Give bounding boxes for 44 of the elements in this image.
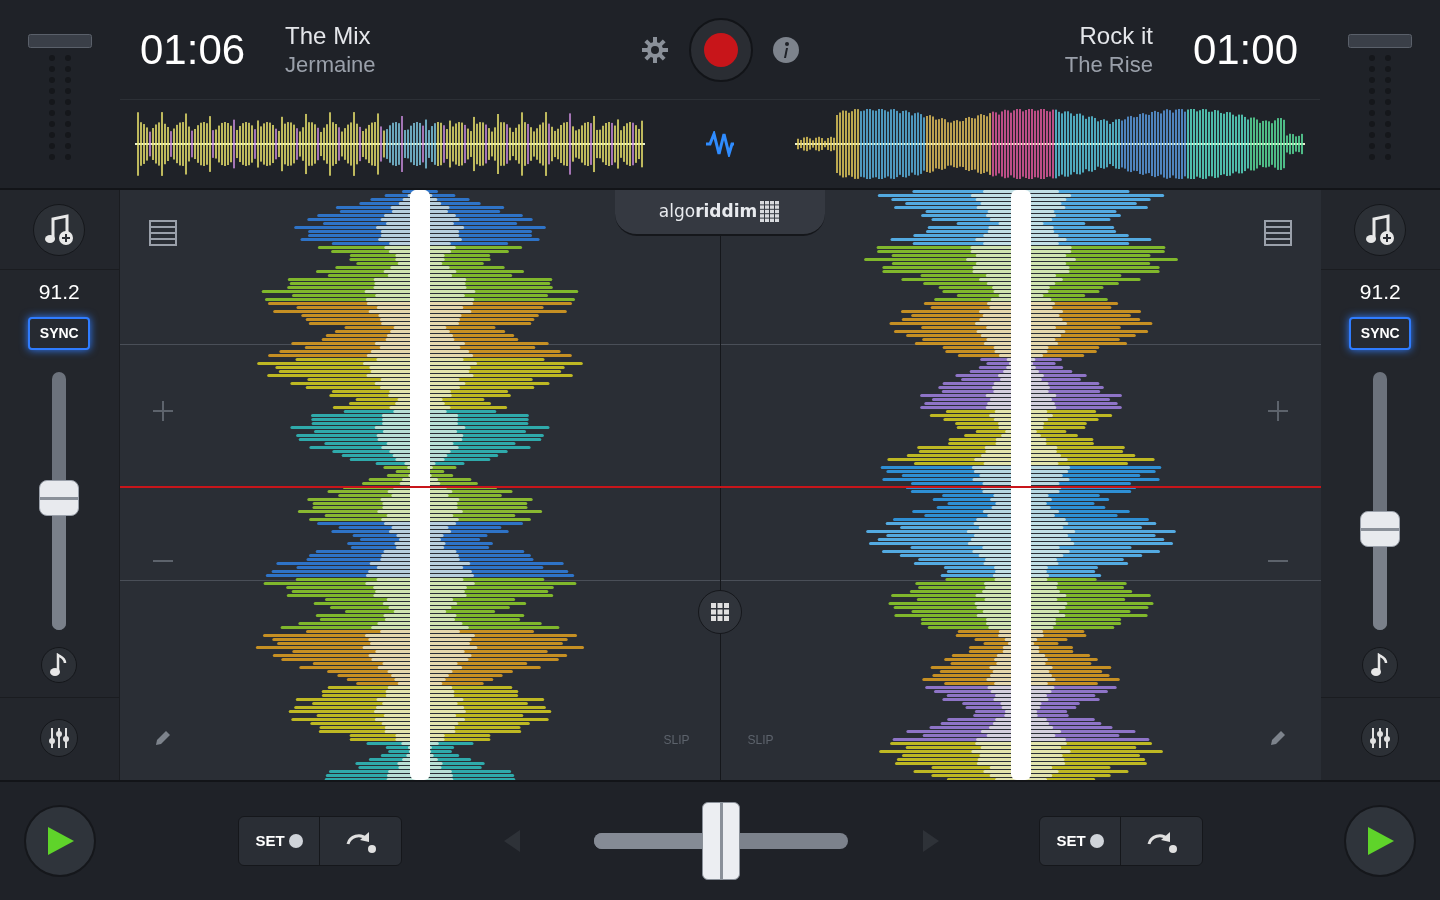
add-music-icon [44, 212, 75, 247]
record-icon [704, 32, 738, 67]
pencil-icon [153, 729, 172, 747]
pitch-slider-thumb[interactable] [1360, 511, 1401, 548]
info-button[interactable] [773, 36, 799, 63]
plus-icon [1267, 401, 1288, 421]
logo-text: algoriddim [658, 200, 758, 224]
equalizer-icon [47, 725, 72, 750]
plus-icon [152, 401, 173, 421]
sync-button[interactable]: SYNC [1349, 317, 1412, 350]
track-title: Rock it [1079, 20, 1153, 51]
track-title: The Mix [285, 20, 371, 51]
list-icon [148, 220, 177, 246]
mixer-button[interactable] [1361, 718, 1400, 757]
elapsed-time: 01:06 [140, 28, 246, 71]
waveform-icon [704, 131, 736, 157]
bpm-value: 91.2 [38, 280, 80, 304]
list-icon [1263, 220, 1292, 246]
music-note-icon [50, 653, 69, 677]
pencil-icon [1268, 729, 1287, 747]
crossfader-thumb[interactable] [702, 802, 740, 880]
key-lock-button[interactable] [41, 647, 78, 683]
track-artist: Jermaine [285, 50, 376, 79]
minus-icon [1267, 560, 1288, 562]
grid-button[interactable] [697, 590, 742, 634]
settings-button[interactable] [641, 35, 669, 64]
play-icon [1365, 826, 1395, 856]
equalizer-icon [1368, 725, 1393, 750]
info-icon [783, 41, 789, 58]
music-note-icon [1371, 653, 1390, 677]
bpm-value: 91.2 [1359, 280, 1401, 304]
mixer-button[interactable] [40, 718, 79, 757]
sync-button[interactable]: SYNC [28, 317, 91, 350]
elapsed-time: 01:00 [1192, 28, 1298, 71]
grid-icon [710, 603, 729, 621]
dot-icon [288, 834, 303, 848]
play-icon [45, 826, 75, 856]
add-music-icon [1365, 212, 1396, 247]
dot-icon [1089, 834, 1104, 848]
track-artist: The Rise [1064, 50, 1153, 79]
logo-grid-icon [760, 201, 781, 223]
minus-icon [152, 560, 173, 562]
key-lock-button[interactable] [1362, 647, 1399, 683]
pitch-slider-thumb[interactable] [39, 480, 80, 517]
